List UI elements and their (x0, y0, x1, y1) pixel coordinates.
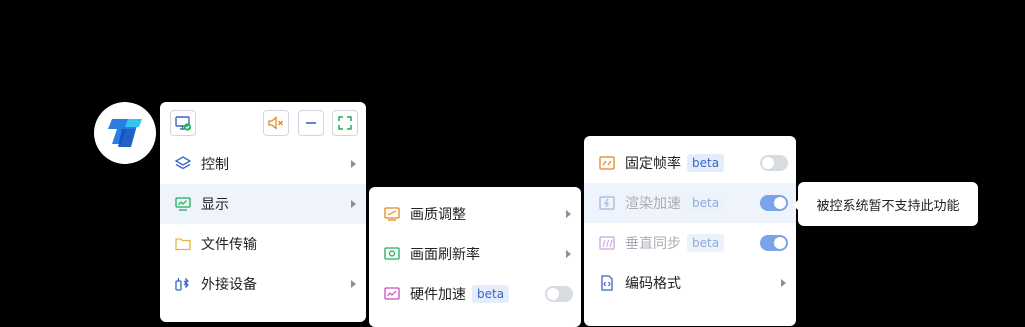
display-submenu: 画质调整 画面刷新率 硬件加速 beta (369, 187, 581, 327)
chevron-right-icon (351, 160, 356, 168)
folder-icon (174, 235, 192, 253)
fixed-framerate-icon (598, 154, 616, 172)
vsync-toggle[interactable] (760, 235, 788, 251)
menu-item-external-devices[interactable]: 外接设备 (160, 264, 366, 304)
usb-bluetooth-icon (174, 275, 192, 293)
submenu-item-label: 画质调整 (410, 207, 466, 223)
picture-quality-icon (383, 205, 401, 223)
submenu-item-label: 渲染加速 (625, 196, 681, 212)
render-acceleration-toggle[interactable] (760, 195, 788, 211)
chevron-right-icon (351, 200, 356, 208)
beta-badge: beta (472, 285, 510, 303)
toggle-knob (547, 288, 559, 300)
submenu-item-refresh-rate[interactable]: 画面刷新率 (369, 234, 581, 274)
main-menu: 控制 显示 文件传输 外接设备 (160, 102, 366, 322)
chevron-right-icon (351, 280, 356, 288)
submenu-item-hardware-acceleration[interactable]: 硬件加速 beta (369, 274, 581, 314)
layers-icon (174, 155, 192, 173)
chevron-right-icon (566, 210, 571, 218)
code-file-icon (598, 274, 616, 292)
chevron-right-icon (566, 250, 571, 258)
menu-item-file-transfer[interactable]: 文件传输 (160, 224, 366, 264)
menu-item-label: 外接设备 (201, 277, 257, 293)
refresh-screen-icon (383, 245, 401, 263)
submenu-item-fixed-framerate[interactable]: 固定帧率 beta (584, 143, 796, 183)
menu-item-label: 文件传输 (201, 237, 257, 253)
submenu-item-vsync[interactable]: 垂直同步 beta (584, 223, 796, 263)
fixed-framerate-toggle[interactable] (760, 155, 788, 171)
submenu-item-label: 垂直同步 (625, 236, 681, 252)
fullscreen-icon[interactable] (332, 110, 358, 136)
submenu-item-encoding-format[interactable]: 编码格式 (584, 263, 796, 303)
unsupported-tooltip: 被控系统暂不支持此功能 (793, 182, 978, 226)
submenu-item-render-acceleration[interactable]: 渲染加速 beta (584, 183, 796, 223)
menu-item-label: 显示 (201, 197, 229, 213)
monitor-chart-icon (174, 195, 192, 213)
toggle-knob (774, 237, 786, 249)
menu-toolbar (168, 110, 358, 138)
submenu-item-label: 硬件加速 (410, 287, 466, 303)
toggle-knob (774, 197, 786, 209)
submenu-item-label: 编码格式 (625, 276, 681, 292)
menu-item-display[interactable]: 显示 (160, 184, 366, 224)
submenu-item-label: 画面刷新率 (410, 247, 480, 263)
chevron-right-icon (781, 279, 786, 287)
menu-item-control[interactable]: 控制 (160, 144, 366, 184)
menu-item-label: 控制 (201, 157, 229, 173)
app-logo-icon (108, 119, 142, 147)
submenu-item-label: 固定帧率 (625, 156, 681, 172)
mute-icon[interactable] (263, 110, 289, 136)
beta-badge: beta (687, 234, 725, 252)
hardware-acceleration-toggle[interactable] (545, 286, 573, 302)
beta-badge: beta (687, 154, 725, 172)
advanced-display-submenu: 固定帧率 beta 渲染加速 beta 垂直同步 beta 编码格式 (584, 136, 796, 326)
vsync-icon (598, 234, 616, 252)
app-logo[interactable] (94, 102, 156, 164)
toggle-knob (762, 157, 774, 169)
remote-screen-icon[interactable] (170, 110, 196, 136)
chart-screen-icon (383, 285, 401, 303)
submenu-item-picture-quality[interactable]: 画质调整 (369, 194, 581, 234)
render-accel-icon (598, 194, 616, 212)
beta-badge: beta (687, 194, 725, 212)
minimize-icon[interactable] (298, 110, 324, 136)
